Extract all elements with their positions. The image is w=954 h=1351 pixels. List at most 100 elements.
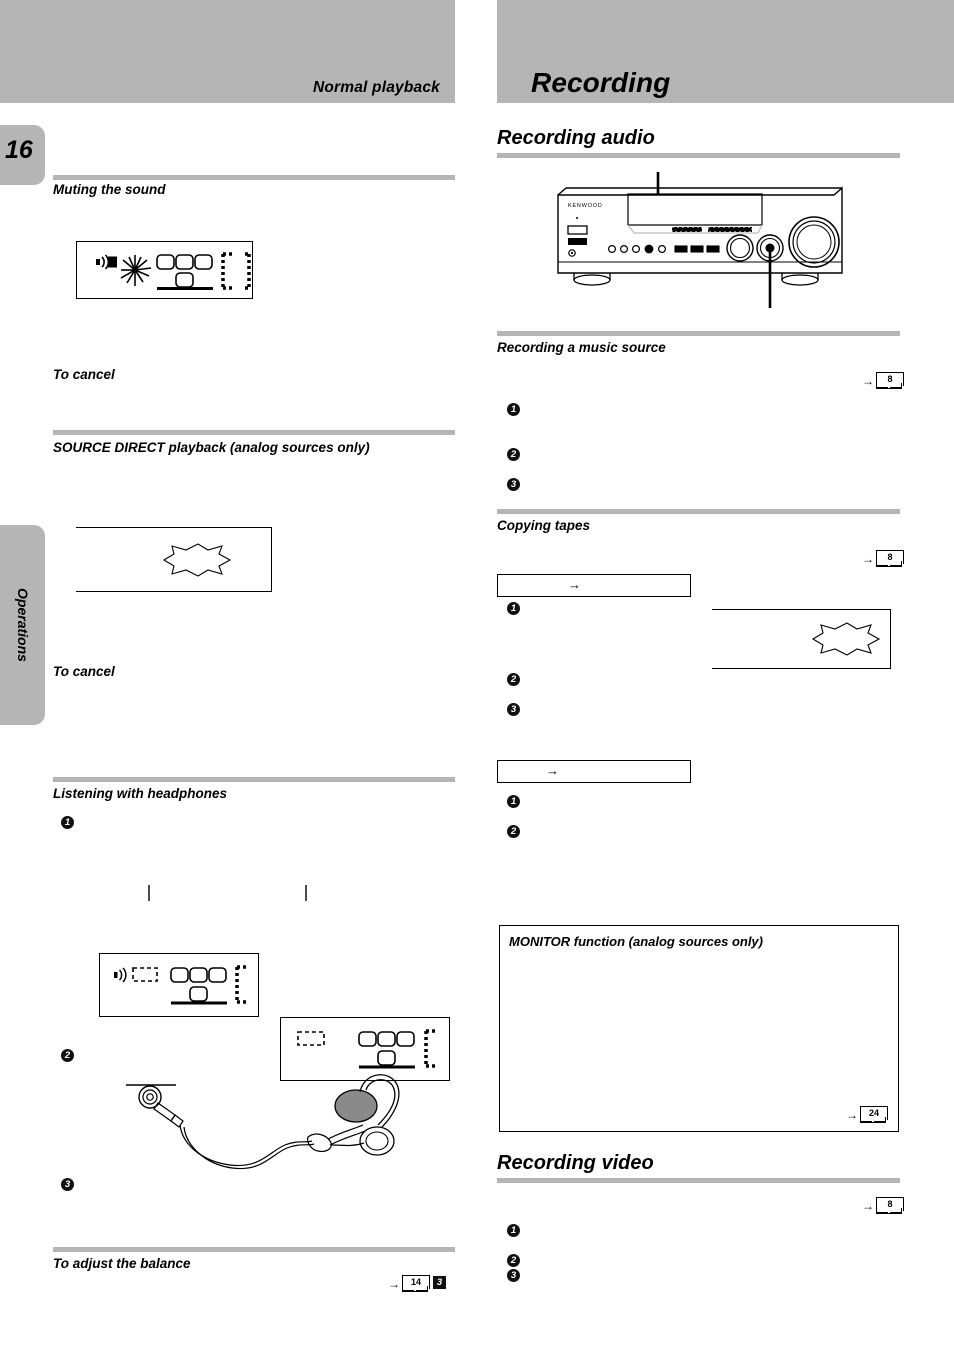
book-spine xyxy=(402,1286,428,1292)
heading-muting-the-sound: Muting the sound xyxy=(53,182,166,197)
heading-listening-headphones: Listening with headphones xyxy=(53,786,228,801)
dashed-indicator-box xyxy=(132,967,158,982)
page-number: 16 xyxy=(5,136,33,164)
heading-recording-music-source: Recording a music source xyxy=(497,340,666,355)
starburst-icon xyxy=(162,543,232,577)
section-rule-music-source xyxy=(497,331,900,336)
step-marker-video-3: 3 xyxy=(507,1269,520,1282)
arrow-icon: → xyxy=(862,551,874,566)
monitor-function-box: MONITOR function (analog sources only) →… xyxy=(499,925,899,1132)
page-reference-music-source[interactable]: → 8 xyxy=(862,372,904,389)
speaker-icon xyxy=(114,967,127,983)
page-number-tab: 16 xyxy=(0,125,45,185)
lcd-mute-graphic xyxy=(96,252,251,290)
copy-direction-box-b: → xyxy=(497,760,691,783)
step-marker-copy-a-1: 1 xyxy=(507,602,520,615)
step-marker-copy-b-2: 2 xyxy=(507,825,520,838)
step-marker-hp-1: 1 xyxy=(61,816,74,829)
section-rule-headphones xyxy=(53,777,455,782)
step-marker-hp-2: 2 xyxy=(61,1049,74,1062)
speaker-icon xyxy=(96,254,117,270)
step-marker-copy-b-1: 1 xyxy=(507,795,520,808)
book-icon: 24 xyxy=(860,1106,888,1123)
chapter-tab-label: Operations xyxy=(14,588,31,662)
step-marker-music-2: 2 xyxy=(507,448,520,461)
lcd-a-graphic xyxy=(114,965,248,1005)
left-button-lower xyxy=(568,238,587,245)
leader-line-a xyxy=(148,885,150,901)
earpiece-left xyxy=(334,1089,378,1123)
section-rule-balance xyxy=(53,1247,455,1252)
cable-splitter xyxy=(307,1133,332,1152)
book-spine xyxy=(876,561,902,567)
step-marker-video-2: 2 xyxy=(507,1254,520,1267)
section-rule-recording-audio xyxy=(497,153,900,158)
indicator-led xyxy=(576,217,578,219)
headphones-illustration xyxy=(120,1065,400,1195)
foot-right xyxy=(781,274,819,286)
book-icon: 14 xyxy=(402,1275,430,1292)
page-reference-monitor[interactable]: → 24 xyxy=(846,1106,888,1123)
highlighted-button-top xyxy=(644,244,654,254)
heading-adjust-balance: To adjust the balance xyxy=(53,1256,191,1271)
book-icon: 8 xyxy=(876,550,904,567)
lcd-dashed-digit xyxy=(221,252,251,290)
dashed-indicator-box xyxy=(297,1031,325,1046)
lcd-dashed-digit xyxy=(235,965,248,1004)
step-marker-hp-3: 3 xyxy=(61,1178,74,1191)
copy-direction-box-a: → xyxy=(497,574,691,597)
page-reference-copying-tapes[interactable]: → 8 xyxy=(862,550,904,567)
lcd-segment-group xyxy=(170,967,227,1002)
step-marker-copy-a-3: 3 xyxy=(507,703,520,716)
arrow-icon: → xyxy=(862,1198,874,1213)
arrow-icon: → xyxy=(846,1107,858,1122)
section-rule-copying-tapes xyxy=(497,509,900,514)
step-marker-copy-a-2: 2 xyxy=(507,673,520,686)
arrow-icon: → xyxy=(862,373,874,388)
brand-label: KENWOOD xyxy=(568,203,603,209)
flash-burst-icon xyxy=(120,255,152,286)
book-icon: 8 xyxy=(876,1197,904,1214)
page-reference-video[interactable]: → 8 xyxy=(862,1197,904,1214)
heading-to-cancel-2: To cancel xyxy=(53,664,115,679)
foot-left xyxy=(573,274,611,286)
page-title-right: Recording xyxy=(531,67,671,98)
callout-box-copying xyxy=(712,609,891,669)
section-rule-recording-video xyxy=(497,1178,900,1183)
heading-copying-tapes: Copying tapes xyxy=(497,518,591,533)
step-marker-music-3: 3 xyxy=(507,478,520,491)
display-bars xyxy=(671,226,753,233)
book-spine xyxy=(860,1117,886,1123)
step-marker-video-1: 1 xyxy=(507,1224,520,1237)
balance-control-mark: 3 xyxy=(433,1276,446,1289)
callout-box-source-direct xyxy=(76,527,272,592)
header-band-left: Normal playback xyxy=(0,0,455,103)
page-title-left: Normal playback xyxy=(312,79,440,96)
section-rule-muting xyxy=(53,175,455,180)
monitor-function-title: MONITOR function (analog sources only) xyxy=(509,934,763,949)
book-icon: 8 xyxy=(876,372,904,389)
receiver-graphic: KENWOOD xyxy=(557,172,843,308)
lcd-segment-group xyxy=(358,1031,415,1066)
header-band-right: Recording xyxy=(497,0,954,103)
lcd-dashed-digit xyxy=(424,1029,437,1068)
step-marker-music-1: 1 xyxy=(507,403,520,416)
book-spine xyxy=(876,1208,902,1214)
arrow-icon: → xyxy=(568,577,581,592)
heading-to-cancel-1: To cancel xyxy=(53,367,115,382)
lcd-display-headphones-a xyxy=(99,953,259,1017)
arrow-icon: → xyxy=(388,1276,400,1291)
plug-icon xyxy=(138,1085,162,1109)
section-rule-source-direct xyxy=(53,430,455,435)
arrow-icon: → xyxy=(546,763,559,778)
headphones-graphic xyxy=(126,1074,400,1170)
lcd-display-mute xyxy=(76,241,253,299)
leader-line-b xyxy=(305,885,307,901)
starburst-icon xyxy=(811,622,881,656)
heading-recording-audio: Recording audio xyxy=(497,127,655,149)
lcd-segment-group xyxy=(156,254,213,288)
receiver-front-panel-diagram: KENWOOD xyxy=(550,170,860,310)
page-reference-balance[interactable]: → 14 xyxy=(388,1275,430,1292)
chapter-tab-operations: Operations xyxy=(0,525,45,725)
heading-recording-video: Recording video xyxy=(497,1152,654,1174)
